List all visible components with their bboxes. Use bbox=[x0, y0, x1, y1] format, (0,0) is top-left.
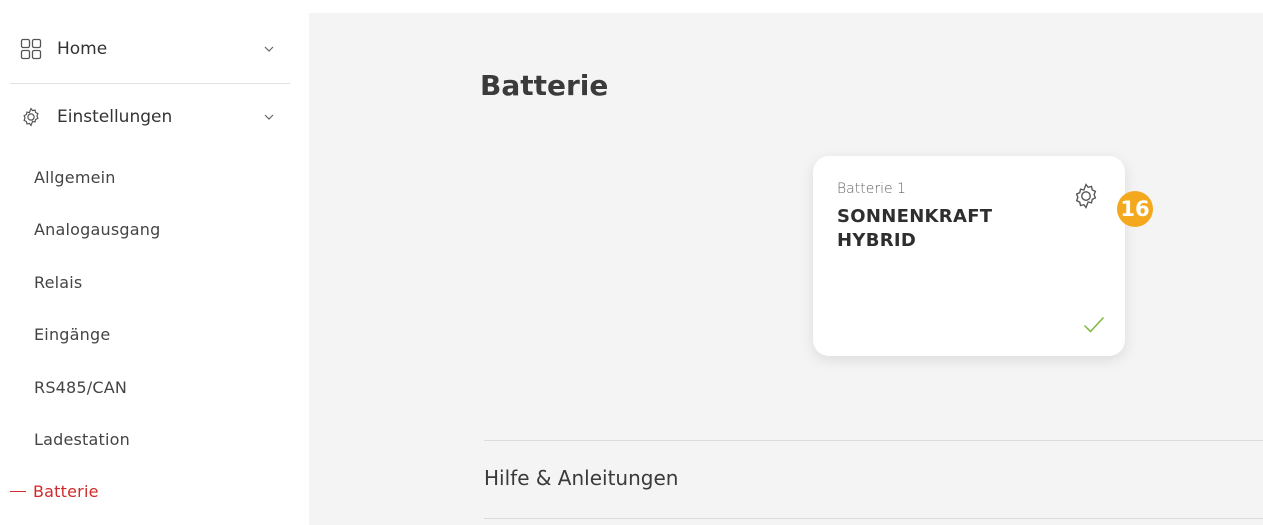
grid-icon bbox=[20, 38, 42, 60]
battery-card[interactable]: Batterie 1 SONNENKRAFT HYBRID bbox=[813, 156, 1125, 356]
sidebar-item-relais[interactable]: Relais bbox=[34, 273, 82, 292]
page-title: Batterie bbox=[480, 69, 609, 102]
nav-home[interactable]: Home bbox=[0, 15, 290, 83]
chevron-down-icon[interactable] bbox=[263, 45, 275, 53]
nav-home-label: Home bbox=[57, 39, 108, 59]
sidebar: Home Einstellungen Allgemein Analogausga… bbox=[0, 0, 309, 525]
divider bbox=[484, 518, 1263, 519]
sidebar-item-batterie[interactable]: Batterie bbox=[10, 482, 99, 501]
sidebar-item-allgemein[interactable]: Allgemein bbox=[34, 168, 116, 187]
gear-icon[interactable] bbox=[1071, 181, 1101, 211]
sidebar-item-rs485-can[interactable]: RS485/CAN bbox=[34, 378, 127, 397]
nav-settings-label: Einstellungen bbox=[57, 107, 173, 127]
sidebar-item-eingaenge[interactable]: Eingänge bbox=[34, 325, 110, 344]
active-indicator bbox=[10, 490, 26, 493]
gear-icon bbox=[23, 107, 39, 127]
check-icon bbox=[1083, 316, 1105, 333]
battery-card-name: SONNENKRAFT HYBRID bbox=[837, 206, 993, 251]
battery-card-subtitle: Batterie 1 bbox=[837, 181, 906, 197]
nav-settings[interactable]: Einstellungen bbox=[0, 83, 290, 151]
sidebar-item-analogausgang[interactable]: Analogausgang bbox=[34, 220, 160, 239]
help-link[interactable]: Hilfe & Anleitungen bbox=[484, 466, 678, 490]
divider bbox=[484, 440, 1263, 441]
chevron-down-icon[interactable] bbox=[263, 113, 275, 121]
main-content: Batterie Batterie 1 SONNENKRAFT HYBRID 1… bbox=[309, 13, 1263, 525]
sidebar-item-batterie-label: Batterie bbox=[33, 482, 99, 501]
sidebar-item-ladestation[interactable]: Ladestation bbox=[34, 430, 130, 449]
callout-badge: 16 bbox=[1117, 191, 1153, 227]
